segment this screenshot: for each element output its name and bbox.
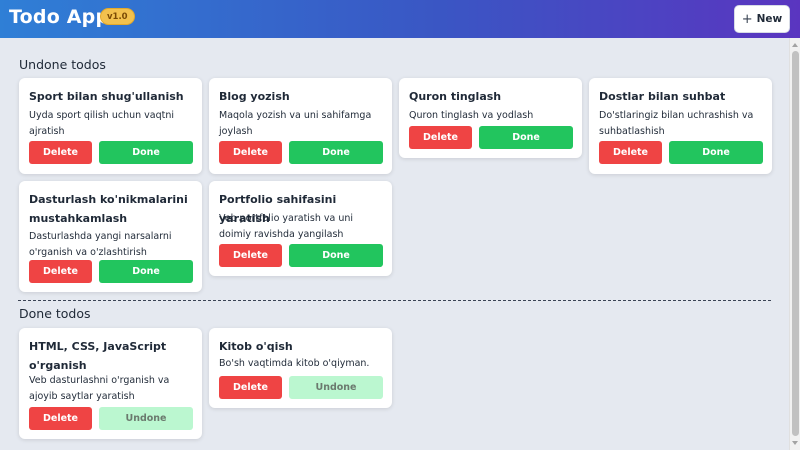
todo-description: Bo'sh vaqtimda kitob o'qiyman. xyxy=(219,358,370,369)
todo-title: HTML, CSS, JavaScript o'rganish xyxy=(29,340,167,372)
todo-description: Uyda sport qilish uchun vaqtni ajratish xyxy=(29,110,175,137)
todo-description: Veb portfolio yaratish va uni doimiy rav… xyxy=(219,213,354,240)
scroll-up-arrow-icon[interactable] xyxy=(792,43,798,47)
vertical-scrollbar[interactable] xyxy=(789,38,800,450)
new-todo-button[interactable]: + New xyxy=(734,5,790,33)
version-badge: v1.0 xyxy=(100,8,135,25)
undone-section-title: Undone todos xyxy=(19,57,106,72)
todo-description: Maqola yozish va uni sahifamga joylash xyxy=(219,110,372,137)
app-title: Todo App xyxy=(9,6,110,28)
done-section-title: Done todos xyxy=(19,306,91,321)
delete-button[interactable]: Delete xyxy=(29,260,92,283)
todo-card: Dostlar bilan suhbat Do'stlaringiz bilan… xyxy=(589,78,772,174)
todo-card: Portfolio sahifasini yaratish Veb portfo… xyxy=(209,181,392,276)
done-button[interactable]: Done xyxy=(289,244,383,267)
todo-card: HTML, CSS, JavaScript o'rganish Veb dast… xyxy=(19,328,202,439)
undone-button[interactable]: Undone xyxy=(289,376,383,399)
todo-title: Kitob o'qish xyxy=(219,340,293,353)
todo-description: Quron tinglash va yodlash xyxy=(409,110,534,121)
delete-button[interactable]: Delete xyxy=(409,126,472,149)
delete-button[interactable]: Delete xyxy=(29,141,92,164)
todo-title: Dasturlash ko'nikmalarini mustahkamlash xyxy=(29,193,188,225)
new-button-label: New xyxy=(756,13,783,25)
todo-card: Quron tinglash Quron tinglash va yodlash… xyxy=(399,78,582,158)
todo-card: Sport bilan shug'ullanish Uyda sport qil… xyxy=(19,78,202,174)
plus-icon: + xyxy=(741,11,753,27)
todo-description: Do'stlaringiz bilan uchrashish va suhbat… xyxy=(599,110,754,137)
todo-card: Kitob o'qish Bo'sh vaqtimda kitob o'qiym… xyxy=(209,328,392,408)
scroll-down-arrow-icon[interactable] xyxy=(792,441,798,445)
delete-button[interactable]: Delete xyxy=(29,407,92,430)
section-divider xyxy=(18,300,771,301)
todo-title: Quron tinglash xyxy=(409,90,502,103)
delete-button[interactable]: Delete xyxy=(219,244,282,267)
delete-button[interactable]: Delete xyxy=(219,141,282,164)
todo-title: Sport bilan shug'ullanish xyxy=(29,90,184,103)
delete-button[interactable]: Delete xyxy=(599,141,662,164)
todo-description: Dasturlashda yangi narsalarni o'rganish … xyxy=(29,231,172,258)
todo-description: Veb dasturlashni o'rganish va ajoyib say… xyxy=(29,375,170,402)
todo-title: Dostlar bilan suhbat xyxy=(599,90,726,103)
done-button[interactable]: Done xyxy=(99,260,193,283)
todo-title: Blog yozish xyxy=(219,90,290,103)
done-button[interactable]: Done xyxy=(99,141,193,164)
todo-card: Dasturlash ko'nikmalarini mustahkamlash … xyxy=(19,181,202,292)
done-button[interactable]: Done xyxy=(289,141,383,164)
delete-button[interactable]: Delete xyxy=(219,376,282,399)
undone-button[interactable]: Undone xyxy=(99,407,193,430)
done-button[interactable]: Done xyxy=(479,126,573,149)
scroll-thumb[interactable] xyxy=(792,51,799,436)
todo-card: Blog yozish Maqola yozish va uni sahifam… xyxy=(209,78,392,174)
app-header: Todo App v1.0 + New xyxy=(0,0,800,38)
done-button[interactable]: Done xyxy=(669,141,763,164)
